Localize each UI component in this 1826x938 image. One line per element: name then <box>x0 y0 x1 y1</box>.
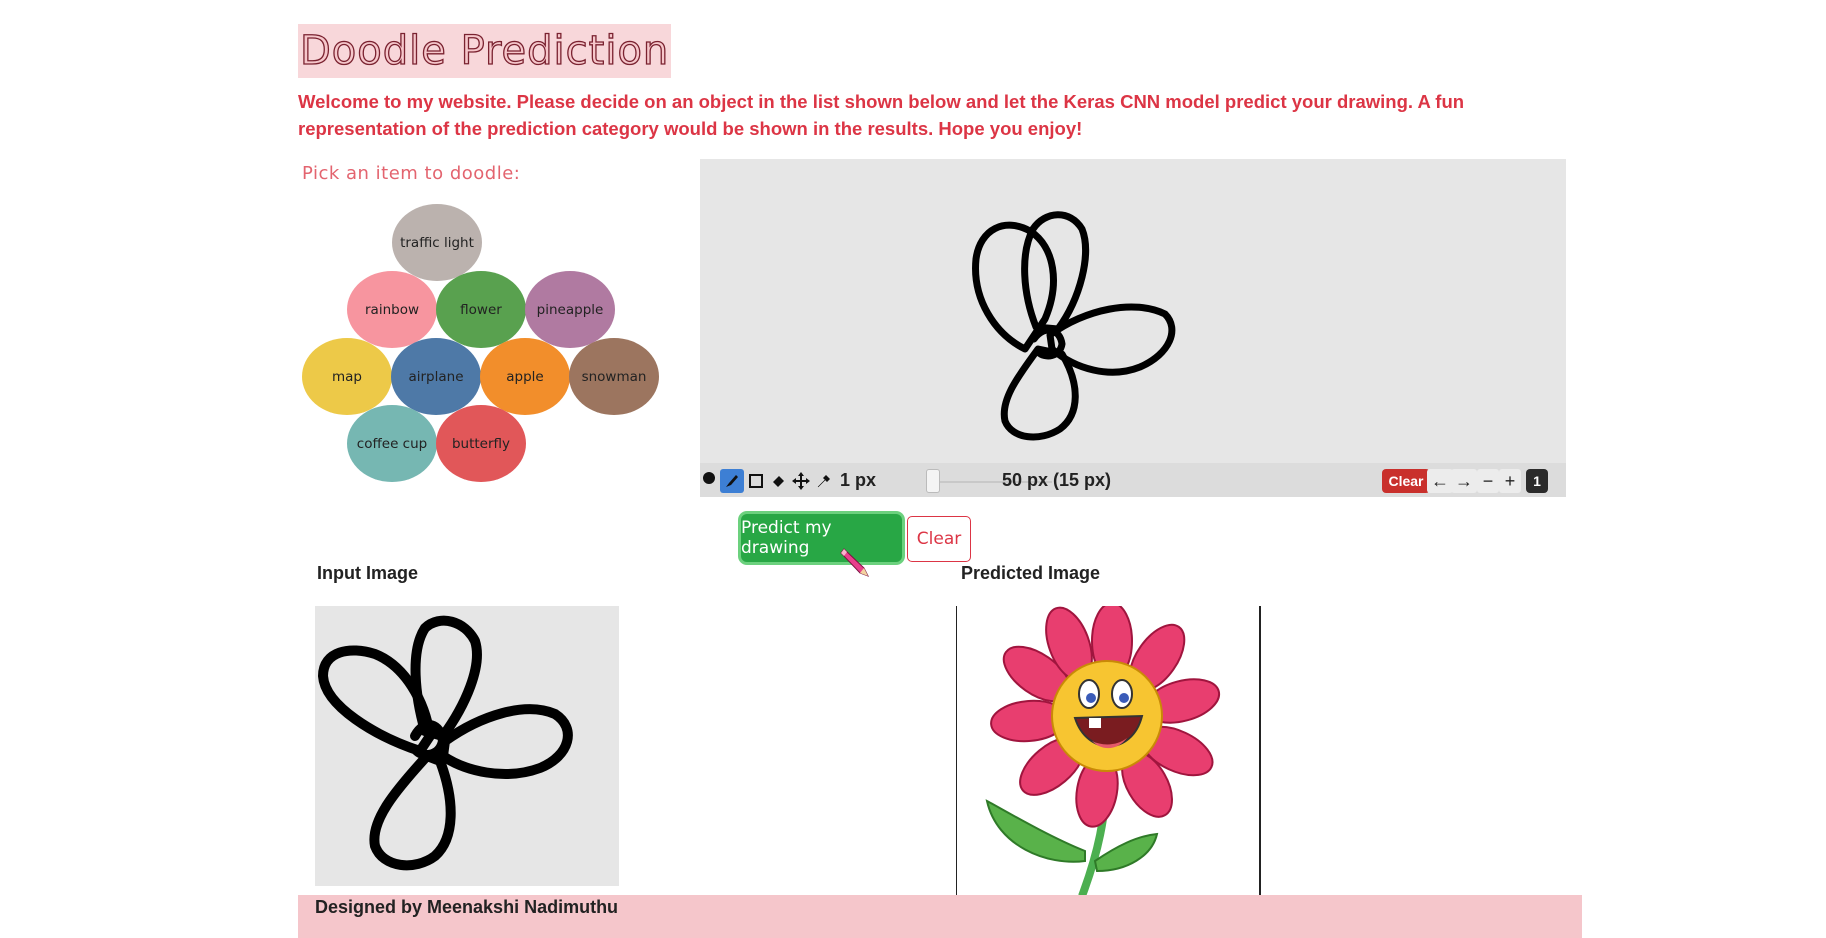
zoom-out-button[interactable]: − <box>1477 469 1499 493</box>
input-doodle-image <box>318 615 573 871</box>
predicted-image-label: Predicted Image <box>961 563 1101 583</box>
eyedropper-tool-button[interactable] <box>812 469 836 493</box>
item-bubble-flower[interactable]: flower <box>436 271 526 348</box>
cartoon-flower-image <box>985 606 1221 896</box>
item-bubble-coffee-cup[interactable]: coffee cup <box>347 405 437 482</box>
undo-button[interactable]: ← <box>1427 469 1453 493</box>
footer-credit: Designed by Meenakshi Nadimuthu <box>315 897 619 917</box>
clear-button[interactable]: Clear <box>907 516 971 562</box>
brush-tool-button[interactable] <box>720 469 744 493</box>
predicted-image <box>956 606 1261 896</box>
move-tool-button[interactable] <box>789 469 813 493</box>
item-bubble-butterfly[interactable]: butterfly <box>436 405 526 482</box>
drawing-canvas[interactable]: 1 px 50 px (15 px) Clear ← → − + 1 <box>700 159 1566 497</box>
pencil-cursor-icon <box>840 548 870 577</box>
canvas-toolbar: 1 px 50 px (15 px) Clear ← → − + 1 <box>700 463 1566 497</box>
zoom-size-label: 50 px (15 px) <box>1002 469 1112 490</box>
item-bubble-snowman[interactable]: snowman <box>569 338 659 415</box>
zoom-in-button[interactable]: + <box>1499 469 1521 493</box>
brush-size-slider[interactable] <box>926 469 940 493</box>
rectangle-icon <box>749 474 763 488</box>
picker-label: Pick an item to doodle: <box>302 163 521 184</box>
move-icon <box>792 472 810 490</box>
welcome-text: Welcome to my website. Please decide on … <box>298 91 1465 139</box>
page-indicator: 1 <box>1526 469 1548 493</box>
redo-button[interactable]: → <box>1451 469 1477 493</box>
eraser-icon <box>773 476 784 487</box>
item-bubble-rainbow[interactable]: rainbow <box>347 271 437 348</box>
eraser-tool-button[interactable] <box>766 469 790 493</box>
item-bubble-apple[interactable]: apple <box>480 338 570 415</box>
item-bubble-pineapple[interactable]: pineapple <box>525 271 615 348</box>
predict-button[interactable]: Predict my drawing <box>741 514 902 562</box>
eyedropper-icon <box>817 475 830 488</box>
footer: Designed by Meenakshi Nadimuthu <box>298 895 1582 938</box>
brush-icon <box>726 475 738 487</box>
input-image-label: Input Image <box>317 563 419 583</box>
page-title: Doodle Prediction <box>298 24 672 78</box>
rectangle-tool-button[interactable] <box>744 469 768 493</box>
item-bubble-traffic-light[interactable]: traffic light <box>392 204 482 281</box>
flower-doodle-drawing <box>972 211 1176 441</box>
input-image <box>315 606 619 886</box>
color-swatch[interactable] <box>703 472 715 484</box>
brush-size-label: 1 px <box>840 469 877 490</box>
canvas-clear-button[interactable]: Clear <box>1382 469 1430 493</box>
item-bubble-map[interactable]: map <box>302 338 392 415</box>
item-bubble-airplane[interactable]: airplane <box>391 338 481 415</box>
